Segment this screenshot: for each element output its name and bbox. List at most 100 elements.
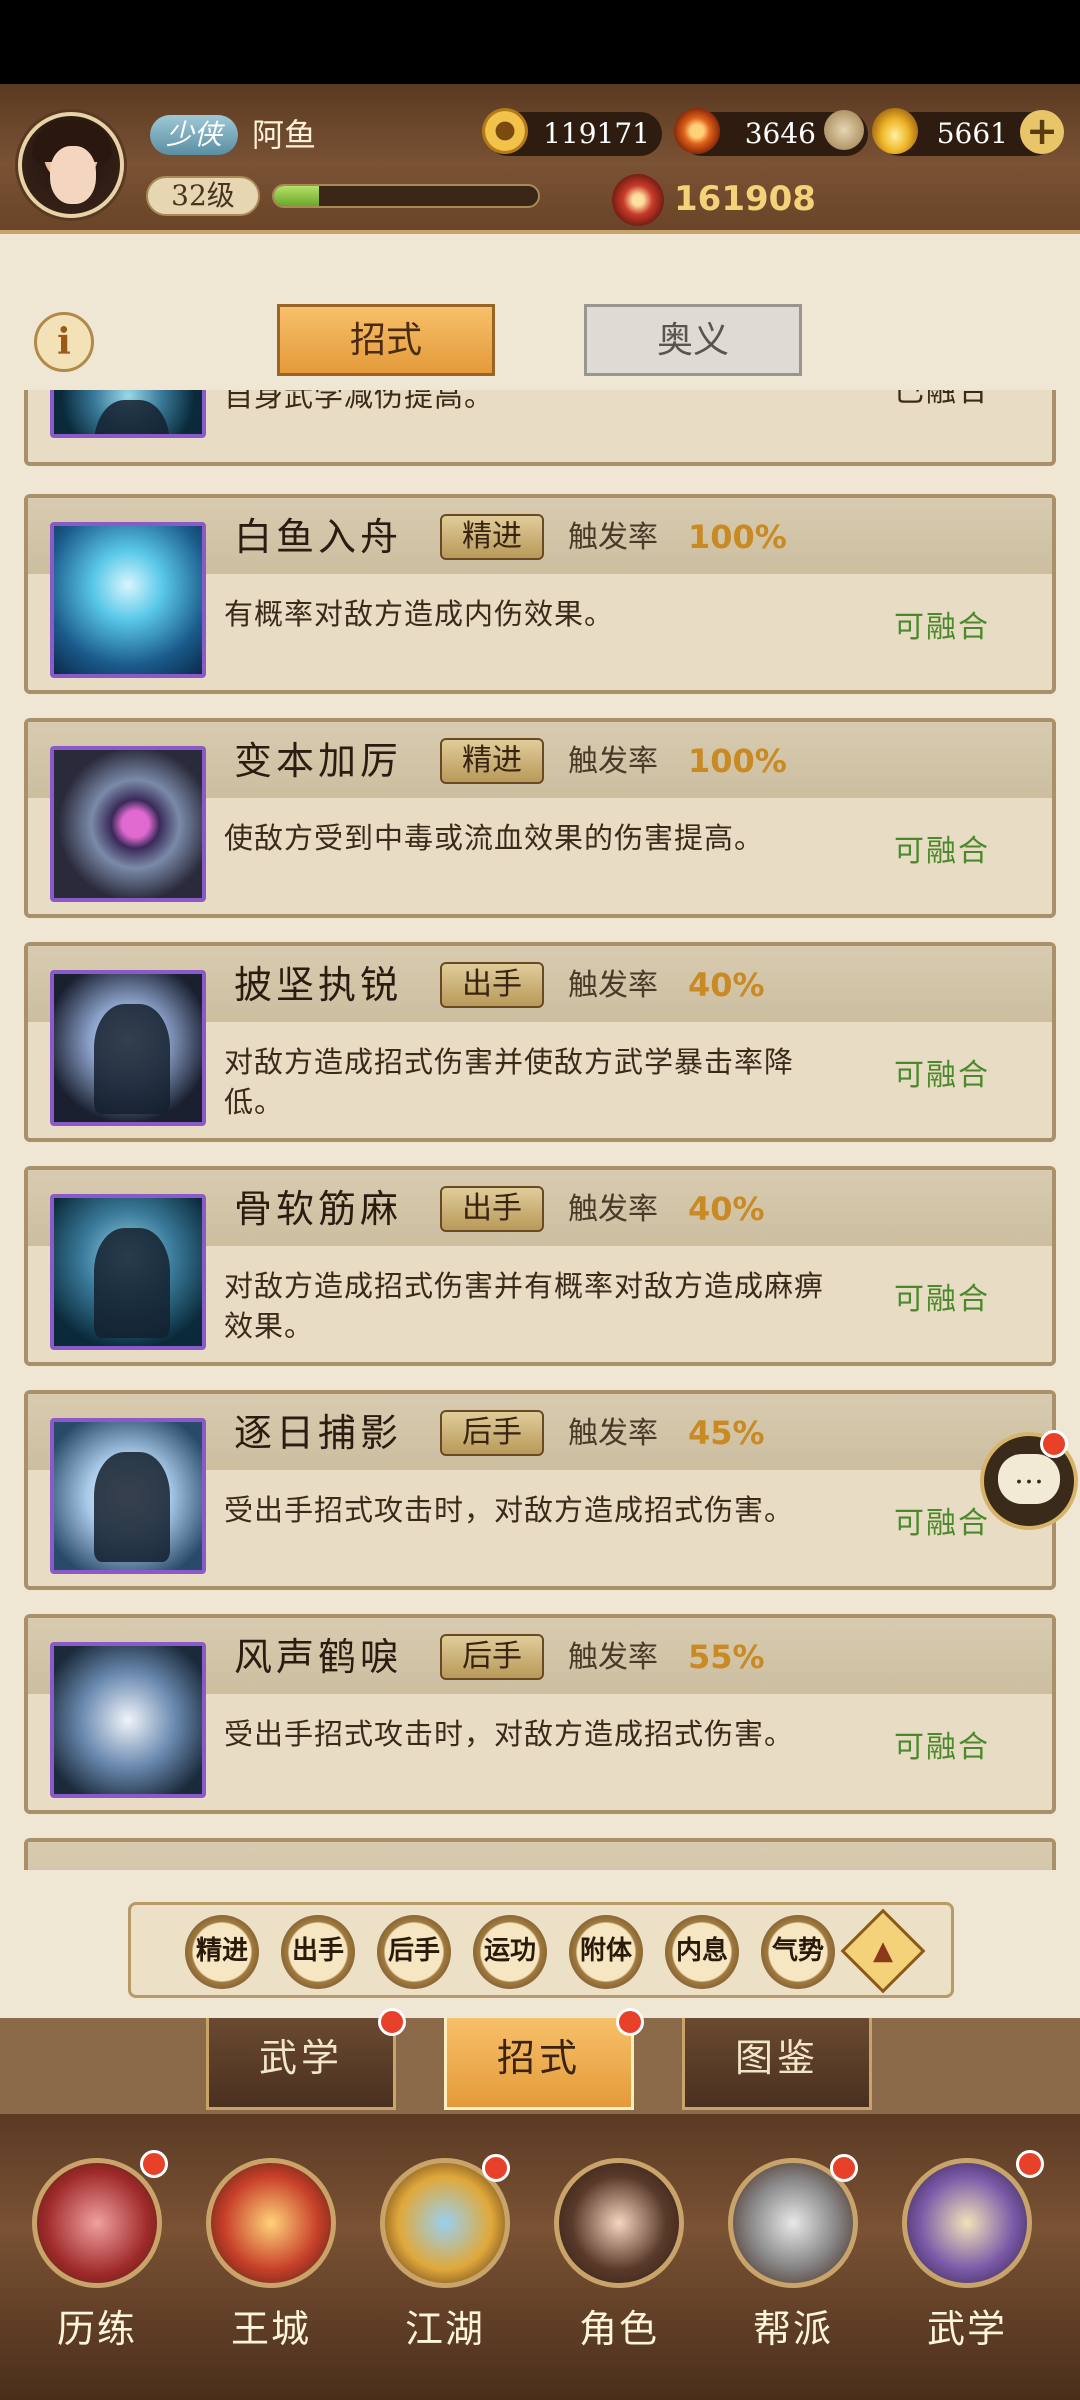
notification-dot bbox=[140, 2150, 168, 2178]
coin-value: 119171 bbox=[543, 117, 650, 150]
rate-value: 40% bbox=[688, 1190, 765, 1228]
nav-lilian[interactable]: 历练 bbox=[22, 2150, 172, 2388]
player-title-badge: 少侠 bbox=[150, 115, 238, 155]
skill-card[interactable]: 风声鹤唳 后手 触发率 55% 受出手招式攻击时，对敌方造成招式伤害。 可融合 bbox=[24, 1614, 1056, 1814]
skill-icon bbox=[50, 970, 206, 1126]
skill-name: 披坚执锐 bbox=[234, 963, 403, 1007]
skill-icon bbox=[50, 1642, 206, 1798]
skill-desc: 对敌方造成招式伤害并有概率对敌方造成麻痹效果。 bbox=[224, 1269, 825, 1343]
rate-value: 45% bbox=[688, 1414, 765, 1452]
ember-counter[interactable]: 3646 bbox=[674, 108, 868, 156]
chat-icon: … bbox=[998, 1454, 1060, 1504]
filter-qishi[interactable]: 气势 bbox=[761, 1915, 835, 1989]
skill-tag: 后手 bbox=[440, 1410, 544, 1456]
skill-name: 白鱼入舟 bbox=[234, 515, 403, 559]
skill-desc: 有概率对敌方造成内伤效果。 bbox=[224, 597, 615, 631]
nav-jianghu[interactable]: 江湖 bbox=[370, 2154, 520, 2388]
skill-name: 逐日捕影 bbox=[234, 1411, 403, 1455]
skill-name: 风声鹤唳 bbox=[234, 1635, 403, 1679]
skill-card[interactable]: 白鱼入舟 精进 触发率 100% 有概率对敌方造成内伤效果。 可融合 bbox=[24, 494, 1056, 694]
nav-label: 历练 bbox=[56, 2307, 137, 2351]
skill-icon bbox=[50, 390, 206, 438]
power-value: 161908 bbox=[674, 179, 816, 219]
rate-label: 触发率 bbox=[568, 968, 658, 1003]
nav-juese[interactable]: 角色 bbox=[544, 2158, 694, 2388]
skill-desc: 受出手招式攻击时，对敌方造成招式伤害。 bbox=[224, 1493, 795, 1527]
skill-card[interactable]: 变本加厉 精进 触发率 100% 使敌方受到中毒或流血效果的伤害提高。 可融合 bbox=[24, 718, 1056, 918]
nav-label: 江湖 bbox=[404, 2307, 485, 2351]
skill-card[interactable]: 逐日捕影 后手 触发率 45% 受出手招式攻击时，对敌方造成招式伤害。 可融合 bbox=[24, 1390, 1056, 1590]
nav-label: 角色 bbox=[578, 2307, 659, 2351]
info-icon[interactable]: i bbox=[34, 312, 94, 372]
ingot-counter[interactable]: 5661 + bbox=[872, 108, 1064, 156]
skill-status[interactable]: 可融合 bbox=[894, 606, 990, 650]
skill-card[interactable]: 披坚执锐 出手 触发率 40% 对敌方造成招式伤害并使敌方武学暴击率降低。 可融… bbox=[24, 942, 1056, 1142]
notification-dot bbox=[616, 2008, 644, 2036]
filter-yungong[interactable]: 运功 bbox=[473, 1915, 547, 1989]
nav-wuxue[interactable]: 武学 bbox=[892, 2150, 1044, 2388]
notification-dot bbox=[1040, 1430, 1068, 1458]
coin-icon bbox=[482, 108, 528, 154]
nav-label: 武学 bbox=[926, 2307, 1007, 2351]
lilian-icon bbox=[32, 2158, 162, 2288]
skill-card[interactable] bbox=[24, 1838, 1056, 1870]
filter-futi[interactable]: 附体 bbox=[569, 1915, 643, 1989]
exp-bar bbox=[272, 184, 540, 208]
chat-button[interactable]: … bbox=[980, 1430, 1078, 1530]
filter-jingjin[interactable]: 精进 bbox=[185, 1915, 259, 1989]
subtab-zhaoshi[interactable]: 招式 bbox=[444, 2018, 634, 2110]
filter-neixi[interactable]: 内息 bbox=[665, 1915, 739, 1989]
tab-aoyi[interactable]: 奥义 bbox=[584, 304, 802, 376]
rate-value: 100% bbox=[688, 518, 787, 556]
skill-tag: 精进 bbox=[440, 738, 544, 784]
plus-icon[interactable]: + bbox=[1020, 110, 1064, 154]
coin-counter[interactable]: 119171 bbox=[482, 108, 662, 156]
skill-status[interactable]: 可融合 bbox=[894, 1278, 990, 1322]
filter-bar: 精进 出手 后手 运功 附体 内息 气势 ▲ bbox=[128, 1902, 954, 1998]
skill-list[interactable]: 自身武学减伤提高。 已融合 白鱼入舟 精进 触发率 100% 有概率对敌方造成内… bbox=[0, 390, 1080, 1870]
filter-chushou[interactable]: 出手 bbox=[281, 1915, 355, 1989]
ingot-icon bbox=[872, 108, 918, 154]
skill-status[interactable]: 可融合 bbox=[894, 1502, 990, 1546]
juese-icon bbox=[554, 2158, 684, 2288]
skill-tag: 后手 bbox=[440, 1634, 544, 1680]
sub-tab-bar: 武学 招式 图鉴 bbox=[0, 2008, 1080, 2114]
filter-houshou[interactable]: 后手 bbox=[377, 1915, 451, 1989]
notification-dot bbox=[830, 2154, 858, 2182]
nav-label: 帮派 bbox=[752, 2307, 833, 2351]
nav-bangpai[interactable]: 帮派 bbox=[718, 2154, 868, 2388]
skill-icon bbox=[50, 1418, 206, 1574]
skill-icon bbox=[50, 746, 206, 902]
skill-status[interactable]: 可融合 bbox=[894, 830, 990, 874]
combat-power: 161908 bbox=[612, 174, 816, 226]
skill-status[interactable]: 可融合 bbox=[894, 1726, 990, 1770]
bottom-nav: 历练 王城 江湖 角色 帮派 武学 bbox=[0, 2114, 1080, 2400]
ingot-value: 5661 bbox=[936, 117, 1008, 150]
rate-label: 触发率 bbox=[568, 744, 658, 779]
rate-label: 触发率 bbox=[568, 1640, 658, 1675]
ember-value: 3646 bbox=[744, 117, 816, 150]
player-avatar[interactable] bbox=[18, 112, 124, 218]
subtab-wuxue[interactable]: 武学 bbox=[206, 2018, 396, 2110]
subtab-tujian[interactable]: 图鉴 bbox=[682, 2018, 872, 2110]
skill-status[interactable]: 可融合 bbox=[894, 1054, 990, 1098]
skill-desc: 自身武学减伤提高。 bbox=[224, 390, 495, 413]
skill-card[interactable]: 自身武学减伤提高。 已融合 bbox=[24, 390, 1056, 466]
skill-name: 骨软筋麻 bbox=[234, 1187, 403, 1231]
player-level: 32级 bbox=[146, 176, 260, 216]
skill-name: 变本加厉 bbox=[234, 739, 403, 783]
skill-card[interactable]: 骨软筋麻 出手 触发率 40% 对敌方造成招式伤害并有概率对敌方造成麻痹效果。 … bbox=[24, 1166, 1056, 1366]
skill-tag: 精进 bbox=[440, 514, 544, 560]
player-header: 少侠 阿鱼 32级 119171 3646 5661 + 161908 bbox=[0, 84, 1080, 234]
rate-value: 55% bbox=[688, 1638, 765, 1676]
wuxue-icon bbox=[902, 2158, 1032, 2288]
skill-status[interactable]: 已融合 bbox=[894, 390, 990, 414]
player-name: 阿鱼 bbox=[252, 116, 317, 154]
tab-zhaoshi[interactable]: 招式 bbox=[277, 304, 495, 376]
collapse-arrow-icon[interactable]: ▲ bbox=[840, 1908, 926, 1994]
status-bar bbox=[0, 0, 1080, 84]
nav-wangcheng[interactable]: 王城 bbox=[196, 2158, 346, 2388]
rate-label: 触发率 bbox=[568, 520, 658, 555]
rate-label: 触发率 bbox=[568, 1192, 658, 1227]
power-icon bbox=[612, 174, 664, 226]
